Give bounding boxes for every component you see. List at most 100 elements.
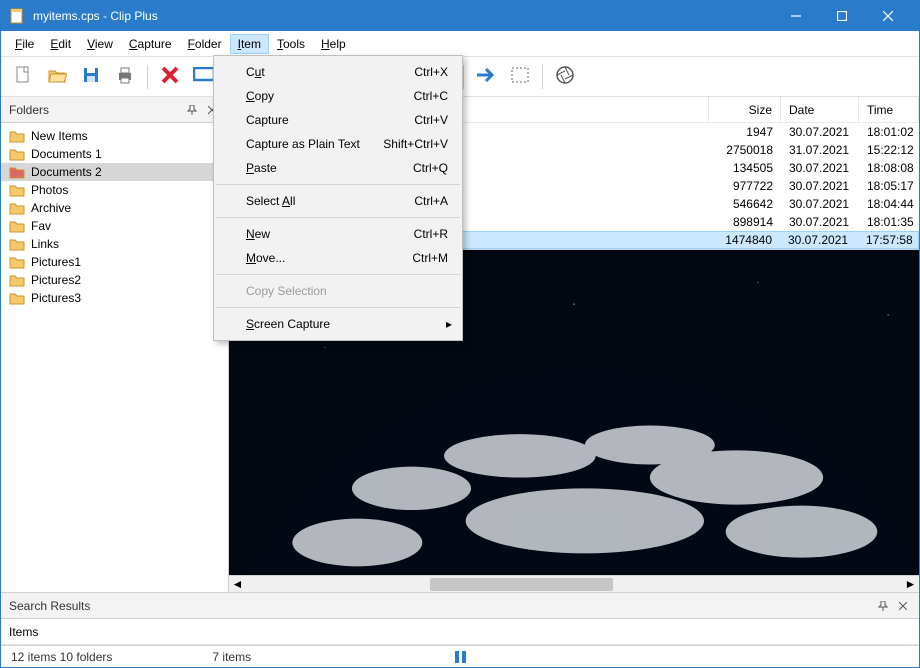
col-size[interactable]: Size bbox=[709, 97, 781, 122]
folder-item[interactable]: Documents 1 bbox=[1, 145, 228, 163]
pause-icon[interactable] bbox=[451, 650, 469, 664]
folder-icon bbox=[9, 183, 25, 197]
menu-item-shortcut: Ctrl+X bbox=[414, 65, 448, 79]
menu-folder[interactable]: Folder bbox=[180, 34, 230, 54]
folder-item[interactable]: Photos bbox=[1, 181, 228, 199]
menu-item-shortcut: Ctrl+A bbox=[414, 194, 448, 208]
scroll-left-icon[interactable]: ◄ bbox=[229, 576, 246, 593]
menu-item[interactable]: Item bbox=[230, 34, 269, 54]
menu-tools[interactable]: Tools bbox=[269, 34, 313, 54]
folder-item[interactable]: Pictures2 bbox=[1, 271, 228, 289]
cell-size: 2750018 bbox=[709, 143, 781, 157]
scroll-right-icon[interactable]: ► bbox=[902, 576, 919, 593]
new-file-icon bbox=[13, 65, 33, 88]
folder-icon bbox=[9, 147, 25, 161]
folder-item[interactable]: Documents 2 bbox=[1, 163, 228, 181]
search-column-header[interactable]: Items bbox=[1, 619, 919, 645]
menu-item-screen-capture[interactable]: Screen Capture ▸ bbox=[214, 312, 462, 336]
menu-edit[interactable]: Edit bbox=[42, 34, 79, 54]
delete-button[interactable] bbox=[154, 61, 186, 93]
menu-item-cut[interactable]: Cut Ctrl+X bbox=[214, 60, 462, 84]
cell-date: 30.07.2021 bbox=[781, 125, 859, 139]
open-icon bbox=[47, 65, 67, 88]
search-results-pane: Search Results Items bbox=[1, 592, 919, 645]
menu-item-label: Copy Selection bbox=[246, 284, 327, 298]
print-icon bbox=[115, 65, 135, 88]
select-dashed-button[interactable] bbox=[504, 61, 536, 93]
folder-item[interactable]: Pictures1 bbox=[1, 253, 228, 271]
pin-icon[interactable] bbox=[184, 102, 200, 118]
menu-item-label: Copy bbox=[246, 89, 274, 103]
arrow-right-button[interactable] bbox=[470, 61, 502, 93]
pin-icon[interactable] bbox=[875, 598, 891, 614]
close-button[interactable] bbox=[865, 1, 911, 31]
folder-icon bbox=[9, 273, 25, 287]
scroll-thumb[interactable] bbox=[430, 578, 614, 591]
folder-label: Fav bbox=[31, 219, 51, 233]
folder-icon bbox=[9, 129, 25, 143]
titlebar: myitems.cps - Clip Plus bbox=[1, 1, 919, 31]
folder-label: Photos bbox=[31, 183, 68, 197]
menu-item-label: Screen Capture bbox=[246, 317, 330, 331]
folder-icon bbox=[9, 165, 25, 179]
cell-size: 1947 bbox=[709, 125, 781, 139]
folder-label: Links bbox=[31, 237, 59, 251]
menu-item-label: Move... bbox=[246, 251, 285, 265]
cell-date: 30.07.2021 bbox=[781, 179, 859, 193]
cell-time: 18:04:44 bbox=[859, 197, 919, 211]
status-items-count: 7 items bbox=[212, 650, 251, 664]
menu-item-capture-as-plain-text[interactable]: Capture as Plain Text Shift+Ctrl+V bbox=[214, 132, 462, 156]
menu-help[interactable]: Help bbox=[313, 34, 354, 54]
menu-file[interactable]: File bbox=[7, 34, 42, 54]
folder-item[interactable]: Archive bbox=[1, 199, 228, 217]
menu-item-select-all[interactable]: Select All Ctrl+A bbox=[214, 189, 462, 213]
open-button[interactable] bbox=[41, 61, 73, 93]
new-file-button[interactable] bbox=[7, 61, 39, 93]
folder-label: Pictures1 bbox=[31, 255, 81, 269]
cell-time: 18:08:08 bbox=[859, 161, 919, 175]
folders-header: Folders bbox=[1, 97, 228, 123]
folder-item[interactable]: Pictures3 bbox=[1, 289, 228, 307]
folder-item[interactable]: Fav bbox=[1, 217, 228, 235]
menu-item-new[interactable]: NewCtrl+R bbox=[214, 222, 462, 246]
col-date[interactable]: Date bbox=[781, 97, 859, 122]
minimize-button[interactable] bbox=[773, 1, 819, 31]
print-button[interactable] bbox=[109, 61, 141, 93]
menu-view[interactable]: View bbox=[79, 34, 121, 54]
menubar: FileEditViewCaptureFolderItemToolsHelp bbox=[1, 31, 919, 57]
folder-icon bbox=[9, 291, 25, 305]
menu-item-move-[interactable]: Move...Ctrl+M bbox=[214, 246, 462, 270]
preview-hscrollbar[interactable]: ◄ ► bbox=[229, 575, 919, 592]
cell-size: 546642 bbox=[709, 197, 781, 211]
col-time[interactable]: Time bbox=[859, 97, 919, 122]
menu-item-label: Cut bbox=[246, 65, 265, 79]
menu-item-label: Capture as Plain Text bbox=[246, 137, 360, 151]
maximize-button[interactable] bbox=[819, 1, 865, 31]
select-dashed-icon bbox=[510, 66, 530, 87]
menu-item-copy[interactable]: Copy Ctrl+C bbox=[214, 84, 462, 108]
save-button[interactable] bbox=[75, 61, 107, 93]
menu-item-shortcut: Shift+Ctrl+V bbox=[383, 137, 448, 151]
menu-item-label: Select All bbox=[246, 194, 295, 208]
cell-date: 31.07.2021 bbox=[781, 143, 859, 157]
folder-icon bbox=[9, 237, 25, 251]
cell-time: 18:05:17 bbox=[859, 179, 919, 193]
folder-icon bbox=[9, 201, 25, 215]
folder-item[interactable]: New Items bbox=[1, 127, 228, 145]
menu-capture[interactable]: Capture bbox=[121, 34, 180, 54]
submenu-arrow-icon: ▸ bbox=[446, 317, 452, 331]
delete-icon bbox=[159, 64, 181, 89]
scroll-track[interactable] bbox=[246, 576, 902, 593]
aperture-button[interactable] bbox=[549, 61, 581, 93]
cell-time: 18:01:35 bbox=[859, 215, 919, 229]
close-pane-icon[interactable] bbox=[895, 598, 911, 614]
cell-date: 30.07.2021 bbox=[781, 161, 859, 175]
menu-item-shortcut: Ctrl+C bbox=[414, 89, 448, 103]
folder-list[interactable]: New ItemsDocuments 1Documents 2 Photos Arc… bbox=[1, 123, 228, 592]
menu-item-shortcut: Ctrl+R bbox=[414, 227, 448, 241]
menu-item-paste[interactable]: PasteCtrl+Q bbox=[214, 156, 462, 180]
menu-item-capture[interactable]: CaptureCtrl+V bbox=[214, 108, 462, 132]
rect-icon bbox=[193, 67, 215, 86]
folders-title: Folders bbox=[9, 103, 49, 117]
folder-item[interactable]: Links bbox=[1, 235, 228, 253]
